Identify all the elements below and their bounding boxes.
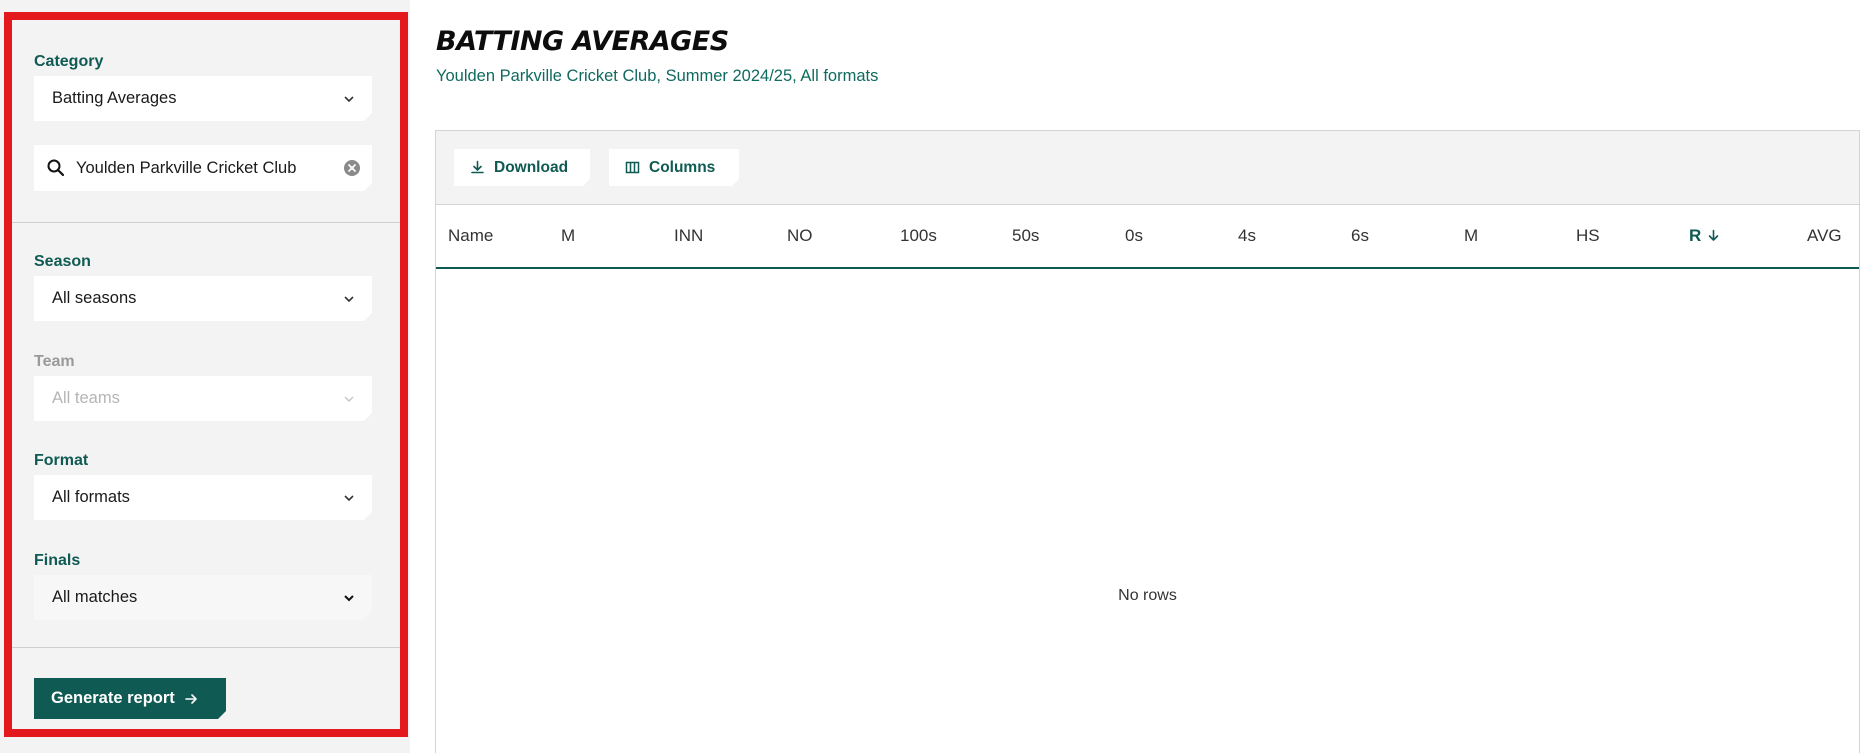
column-header-sixes[interactable]: 6s bbox=[1351, 205, 1369, 267]
column-header-runs[interactable]: R bbox=[1689, 205, 1720, 267]
grid-header-row: Name M INN NO 100s 50s 0s 4s 6s M HS R A… bbox=[436, 205, 1859, 269]
search-icon bbox=[46, 158, 66, 178]
column-header-high-score[interactable]: HS bbox=[1576, 205, 1600, 267]
category-label: Category bbox=[34, 53, 104, 70]
format-value: All formats bbox=[52, 488, 130, 506]
finals-value: All matches bbox=[52, 588, 138, 606]
generate-report-button[interactable]: Generate report bbox=[34, 678, 226, 719]
sidebar-divider bbox=[12, 647, 400, 648]
season-label: Season bbox=[34, 253, 91, 270]
grid-toolbar: Download Columns bbox=[436, 131, 1859, 205]
chevron-down-icon bbox=[342, 491, 356, 505]
format-select[interactable]: All formats bbox=[34, 475, 372, 520]
arrow-down-icon bbox=[1708, 229, 1719, 241]
chevron-down-icon bbox=[342, 591, 356, 605]
club-search bbox=[34, 145, 372, 191]
finals-select[interactable]: All matches bbox=[34, 575, 372, 620]
generate-report-label: Generate report bbox=[51, 689, 175, 707]
chevron-down-icon bbox=[342, 292, 356, 306]
columns-button[interactable]: Columns bbox=[609, 149, 739, 186]
column-header-hundreds[interactable]: 100s bbox=[900, 205, 937, 267]
category-value: Batting Averages bbox=[52, 89, 177, 107]
season-select[interactable]: All seasons bbox=[34, 276, 372, 321]
page: Category Batting Averages Season All sea… bbox=[0, 0, 1867, 753]
season-value: All seasons bbox=[52, 289, 137, 307]
download-label: Download bbox=[494, 158, 569, 176]
column-header-ducks[interactable]: 0s bbox=[1125, 205, 1143, 267]
column-header-m[interactable]: M bbox=[1464, 205, 1478, 267]
team-value: All teams bbox=[52, 389, 120, 407]
page-subtitle: Youlden Parkville Cricket Club, Summer 2… bbox=[436, 67, 879, 85]
column-header-matches[interactable]: M bbox=[561, 205, 575, 267]
column-header-fours[interactable]: 4s bbox=[1238, 205, 1256, 267]
column-header-average[interactable]: AVG bbox=[1807, 205, 1842, 267]
columns-label: Columns bbox=[649, 158, 716, 176]
download-button[interactable]: Download bbox=[454, 149, 590, 186]
columns-icon bbox=[625, 160, 640, 175]
column-header-innings[interactable]: INN bbox=[674, 205, 703, 267]
team-select: All teams bbox=[34, 376, 372, 421]
column-header-runs-label: R bbox=[1689, 226, 1702, 245]
club-search-input[interactable] bbox=[76, 145, 336, 191]
empty-state-text: No rows bbox=[1118, 587, 1177, 604]
category-select[interactable]: Batting Averages bbox=[34, 76, 372, 121]
column-header-not-outs[interactable]: NO bbox=[787, 205, 813, 267]
sidebar-divider bbox=[12, 222, 400, 223]
page-title: BATTING AVERAGES bbox=[436, 26, 729, 57]
chevron-down-icon bbox=[342, 92, 356, 106]
filter-sidebar: Category Batting Averages Season All sea… bbox=[4, 12, 408, 737]
results-grid: Download Columns Name M INN NO 100s 50s … bbox=[435, 130, 1860, 753]
download-icon bbox=[470, 160, 485, 175]
finals-label: Finals bbox=[34, 552, 81, 569]
column-header-name[interactable]: Name bbox=[448, 205, 493, 267]
clear-icon[interactable] bbox=[342, 158, 362, 178]
column-header-fifties[interactable]: 50s bbox=[1012, 205, 1039, 267]
chevron-down-icon bbox=[342, 392, 356, 406]
format-label: Format bbox=[34, 452, 89, 469]
team-label: Team bbox=[34, 353, 75, 370]
arrow-right-icon bbox=[184, 692, 198, 706]
